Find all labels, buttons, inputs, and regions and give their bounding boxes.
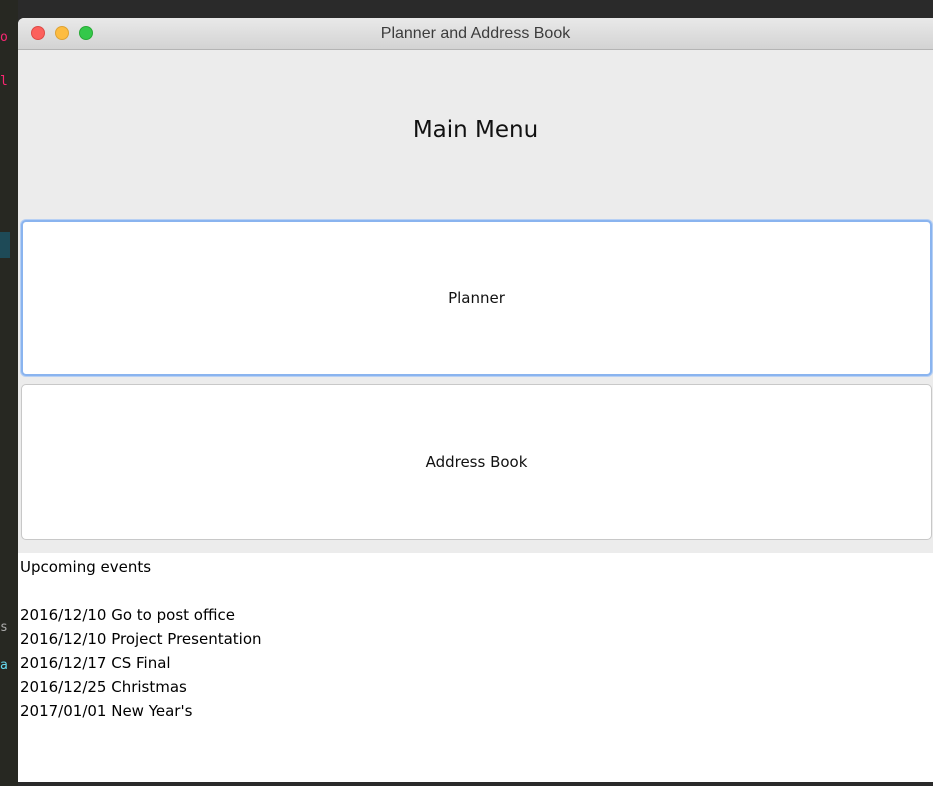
events-heading: Upcoming events [20,558,152,576]
upcoming-events-panel: Upcoming events 2016/12/10 Go to post of… [18,553,933,782]
window-title: Planner and Address Book [380,25,571,42]
editor-glyph: a [0,658,8,673]
page-title: Main Menu [412,117,539,143]
background-editor: o l s a [0,0,18,786]
title-bar[interactable]: Planner and Address Book [18,18,933,50]
event-item: 2016/12/10 Go to post office [20,606,235,624]
event-item: 2017/01/01 New Year's [20,702,193,720]
editor-glyph: s [0,620,8,635]
editor-glyph: o [0,30,8,45]
editor-selection-mark [0,232,10,258]
editor-glyph: l [0,74,8,89]
event-item: 2016/12/10 Project Presentation [20,630,262,648]
planner-button[interactable]: Planner [21,220,932,376]
address-book-button[interactable]: Address Book [21,384,932,540]
events-spacer [20,579,933,603]
event-item: 2016/12/17 CS Final [20,654,171,672]
event-item: 2016/12/25 Christmas [20,678,187,696]
main-menu-header: Main Menu [18,50,933,220]
app-window: Planner and Address Book Main Menu Plann… [18,18,933,782]
